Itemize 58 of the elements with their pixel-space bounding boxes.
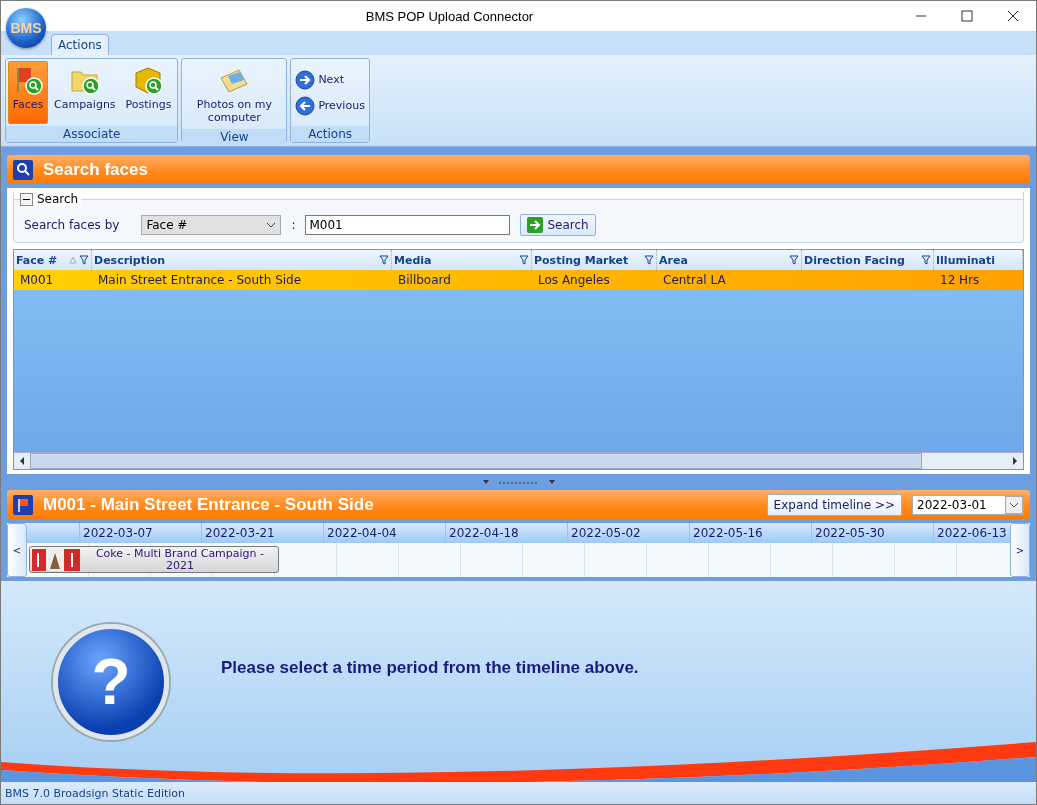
table-cell-text: M001: [19, 273, 55, 287]
campaign-thumbnail-icon: [32, 548, 80, 571]
column-header[interactable]: Direction Facing: [802, 250, 934, 270]
window-title: BMS POP Upload Connector: [364, 8, 535, 24]
filter-icon[interactable]: [519, 255, 529, 265]
chevron-icon: [1005, 495, 1023, 514]
section-title: M001 - Main Street Entrance - South Side: [43, 494, 375, 515]
table-cell-text: 12 Hrs: [939, 273, 981, 287]
filter-icon[interactable]: [921, 255, 931, 265]
horizontal-scrollbar[interactable]: [14, 452, 1023, 469]
table-cell-text: Billboard: [397, 273, 452, 287]
collapse-icon[interactable]: [20, 192, 33, 206]
column-header[interactable]: Description: [92, 250, 392, 270]
search-field[interactable]: M001: [305, 215, 511, 235]
separator: :: [291, 218, 296, 232]
grid-row[interactable]: M001 Main Street Entrance - South Side Billboard Los Angeles Central LA 12 Hrs: [14, 270, 1023, 290]
campaign-booking[interactable]: Coke - Multi Brand Campaign - 2021: [29, 546, 279, 573]
box-search-icon: [132, 64, 165, 96]
date-picker[interactable]: 2022-03-01: [912, 494, 1024, 515]
filter-icon[interactable]: [79, 255, 89, 265]
table-cell-text: Main Street Entrance - South Side: [97, 273, 303, 287]
group-label: View: [182, 129, 287, 145]
column-header[interactable]: Posting Market: [532, 250, 657, 270]
table-cell-text: Los Angeles: [537, 273, 611, 287]
filter-icon[interactable]: [379, 255, 389, 265]
column-header[interactable]: Area: [657, 250, 802, 270]
search-button[interactable]: Search: [520, 214, 596, 236]
section-title: Search faces: [43, 159, 149, 180]
ribbon-button[interactable]: Photos on my computer: [184, 61, 285, 127]
ribbon-button[interactable]: Faces: [8, 61, 48, 124]
app-logo: BMS: [6, 8, 46, 48]
expand-timeline-button[interactable]: Expand timeline >>: [766, 493, 902, 516]
question-icon: ?: [53, 623, 169, 740]
group-title: Search: [37, 192, 79, 206]
message-text: Please select a time period from the timeline above.: [221, 657, 639, 678]
search-icon: [13, 159, 33, 180]
ribbon-tab[interactable]: Actions: [51, 34, 109, 55]
field-label: Search faces by: [24, 218, 120, 232]
column-header[interactable]: Illuminati: [934, 250, 1023, 270]
timeline-prev-button[interactable]: <: [7, 523, 27, 577]
table-cell-text: Central LA: [662, 273, 727, 287]
flag-icon: [13, 494, 33, 515]
timeline-next-button[interactable]: >: [1010, 523, 1030, 577]
chevron-icon: [266, 222, 277, 228]
group-label: Associate: [6, 126, 178, 142]
status-text: BMS 7.0 Broadsign Static Edition: [5, 786, 186, 800]
search-by-dropdown[interactable]: Face #: [141, 215, 282, 235]
ribbon-button[interactable]: Next: [293, 68, 346, 91]
group-label: Actions: [291, 126, 369, 142]
filter-icon[interactable]: [644, 255, 654, 265]
filter-icon[interactable]: [789, 255, 799, 265]
column-header[interactable]: Media: [392, 250, 532, 270]
scroll-thumb[interactable]: [30, 453, 922, 469]
ribbon-button[interactable]: Previous: [293, 94, 367, 117]
column-header[interactable]: Face #: [14, 250, 92, 270]
ribbon-button[interactable]: Campaigns: [50, 61, 120, 124]
ribbon-button[interactable]: Postings: [121, 61, 176, 124]
arrow-icon: [527, 217, 544, 233]
